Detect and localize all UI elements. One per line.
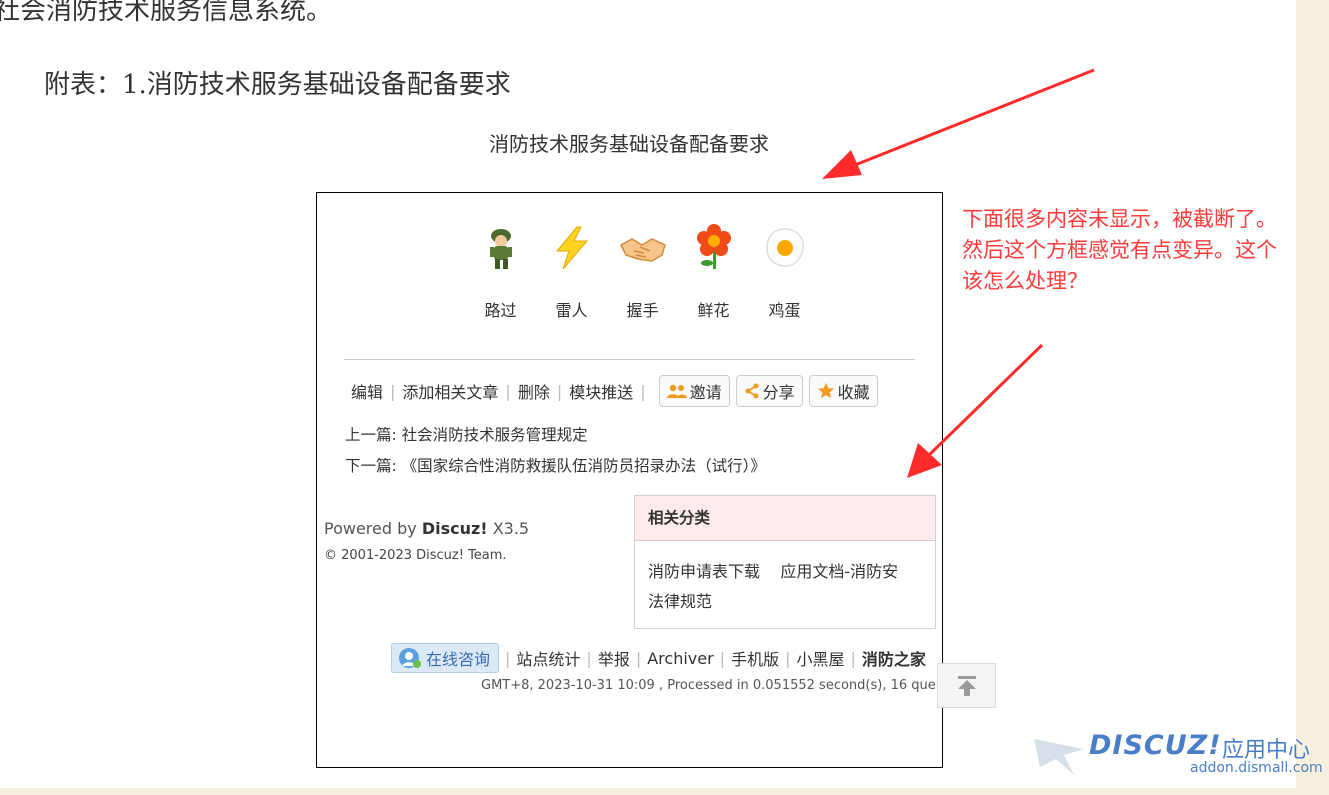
watermark-brand: DISCUZ! [1089, 730, 1222, 761]
watermark-url: addon.dismall.com [1190, 760, 1323, 776]
annotation-arrow-top [822, 68, 1095, 179]
annotation-arrow-bottom [907, 343, 1044, 478]
annotation-arrows [822, 68, 1095, 478]
